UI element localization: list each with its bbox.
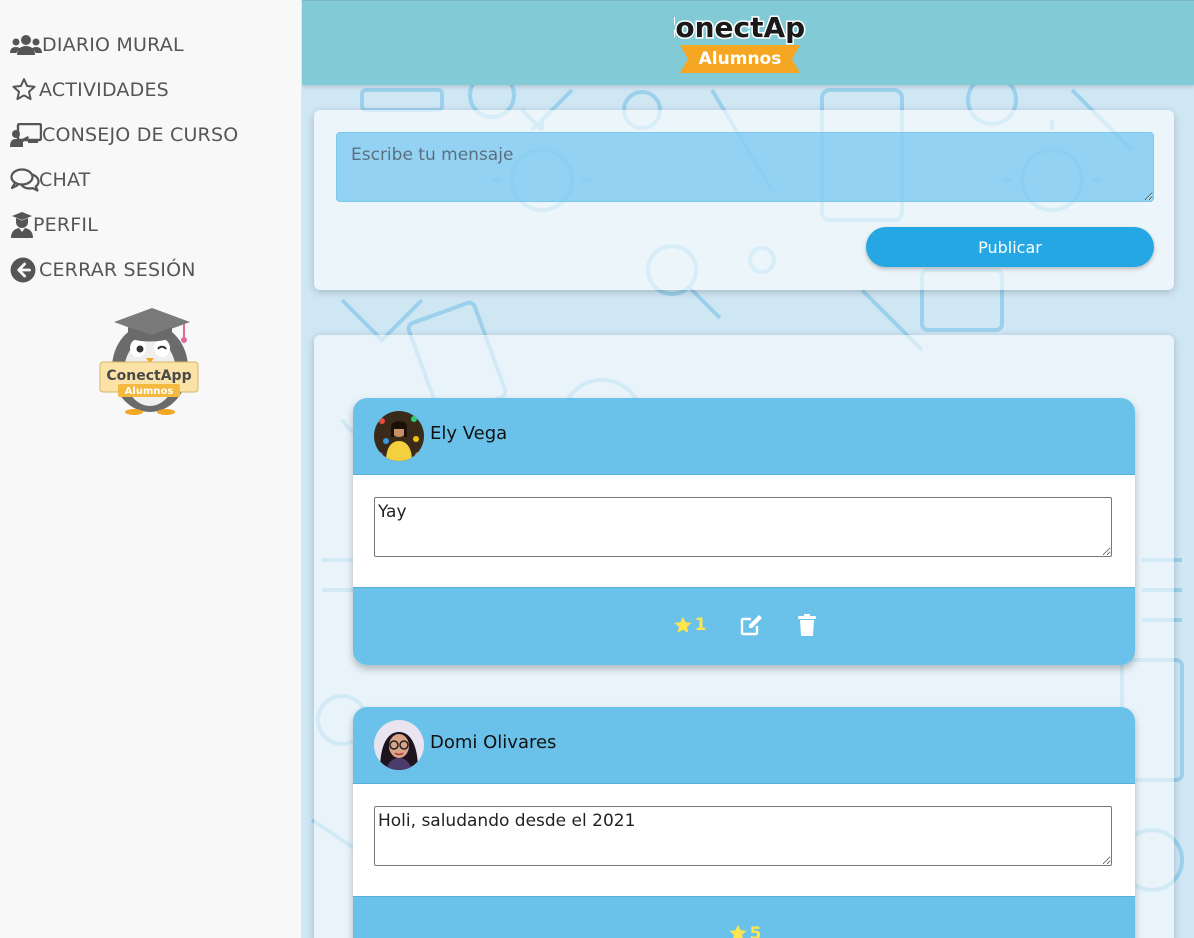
- new-post-composer: Publicar: [314, 110, 1174, 290]
- post-card: Domi Olivares Holi, saludando desde el 2…: [353, 707, 1135, 938]
- edit-icon: [741, 615, 763, 636]
- star-icon: [729, 924, 747, 938]
- users-icon: [10, 32, 42, 58]
- conectapp-logo: ConectApp Alumnos: [653, 9, 827, 75]
- post-body: Holi, saludando desde el 2021: [353, 784, 1135, 897]
- message-input[interactable]: [336, 132, 1154, 202]
- sidebar-item-label: PERFIL: [33, 214, 98, 236]
- edit-button[interactable]: [740, 614, 764, 636]
- post-body: Yay: [353, 475, 1135, 588]
- main-area: ConectApp Alumnos Publicar: [302, 0, 1194, 938]
- like-button[interactable]: 1: [672, 615, 707, 636]
- delete-button[interactable]: [798, 614, 817, 636]
- comments-icon: [10, 167, 42, 193]
- post-author: Domi Olivares: [430, 732, 557, 753]
- sidebar-item-chat[interactable]: CHAT: [10, 165, 90, 195]
- arrow-circle-left-icon: [10, 257, 42, 283]
- post-message[interactable]: Yay: [374, 497, 1112, 557]
- sidebar-item-diario-mural[interactable]: DIARIO MURAL: [10, 30, 184, 60]
- sidebar-item-label: ACTIVIDADES: [39, 79, 169, 101]
- post-message[interactable]: Holi, saludando desde el 2021: [374, 806, 1112, 866]
- sidebar-item-label: CHAT: [39, 169, 91, 191]
- posts-feed: Ely Vega Yay 1 Domi Olivares Holi, salud…: [314, 335, 1174, 938]
- post-card: Ely Vega Yay 1: [353, 398, 1135, 665]
- sidebar-item-label: CERRAR SESIÓN: [39, 259, 196, 281]
- like-count: 1: [694, 615, 707, 635]
- avatar: [374, 720, 424, 770]
- mascot-logo: ConectApp Alumnos: [98, 298, 204, 416]
- sidebar-item-actividades[interactable]: ACTIVIDADES: [10, 75, 169, 105]
- sidebar-item-label: DIARIO MURAL: [42, 34, 184, 56]
- post-header: Domi Olivares: [353, 707, 1135, 784]
- top-header: ConectApp Alumnos: [302, 0, 1194, 85]
- trash-icon: [798, 614, 817, 636]
- sidebar: DIARIO MURAL ACTIVIDADES CONSEJO DE CURS…: [0, 0, 302, 938]
- star-outline-icon: [10, 77, 42, 103]
- sidebar-item-consejo-de-curso[interactable]: CONSEJO DE CURSO: [10, 120, 238, 150]
- chalkboard-teacher-icon: [10, 122, 42, 148]
- avatar: [374, 411, 424, 461]
- sidebar-item-label: CONSEJO DE CURSO: [42, 124, 239, 146]
- star-icon: [674, 616, 692, 633]
- mascot-subtitle: Alumnos: [125, 386, 174, 397]
- like-button[interactable]: 5: [727, 923, 762, 938]
- sidebar-item-perfil[interactable]: PERFIL: [10, 210, 98, 240]
- post-actions: 1: [353, 588, 1135, 665]
- brand-title: ConectApp: [674, 11, 806, 44]
- publish-button[interactable]: Publicar: [866, 227, 1154, 267]
- post-header: Ely Vega: [353, 398, 1135, 475]
- sidebar-item-cerrar-sesion[interactable]: CERRAR SESIÓN: [10, 255, 196, 285]
- post-author: Ely Vega: [430, 423, 508, 444]
- like-count: 5: [749, 923, 762, 938]
- mascot-title: ConectApp: [106, 368, 191, 384]
- post-actions: 5: [353, 897, 1135, 938]
- brand-subtitle: Alumnos: [699, 49, 782, 69]
